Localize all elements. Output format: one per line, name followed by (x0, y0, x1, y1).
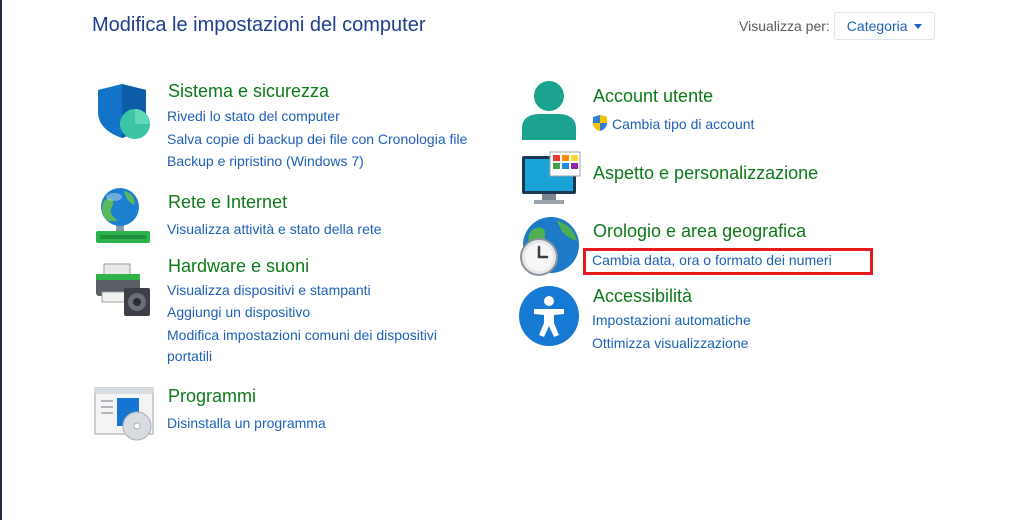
view-by-value: Categoria (846, 18, 908, 34)
globe-network-icon[interactable] (94, 187, 154, 245)
link-uninstall-program[interactable]: Disinstalla un programma (167, 414, 326, 432)
user-icon[interactable] (520, 80, 578, 142)
link-mobility-settings[interactable]: Modifica impostazioni comuni dei disposi… (167, 326, 437, 344)
clock-globe-icon[interactable] (517, 215, 581, 277)
link-review-computer-status[interactable]: Rivedi lo stato del computer (167, 107, 340, 125)
category-system-security[interactable]: Sistema e sicurezza (168, 81, 329, 102)
uac-shield-icon (591, 114, 609, 132)
category-hardware-sound[interactable]: Hardware e suoni (168, 256, 309, 277)
link-add-device[interactable]: Aggiungi un dispositivo (167, 303, 310, 321)
accessibility-icon[interactable] (518, 285, 580, 347)
category-appearance-personalization[interactable]: Aspetto e personalizzazione (593, 163, 818, 184)
programs-icon[interactable] (93, 386, 155, 442)
printer-speaker-icon[interactable] (94, 262, 156, 318)
link-devices-printers[interactable]: Visualizza dispositivi e stampanti (167, 281, 371, 299)
link-auto-settings[interactable]: Impostazioni automatiche (592, 311, 751, 329)
highlight-box (583, 248, 873, 275)
shield-icon[interactable] (94, 82, 154, 142)
link-view-network-status[interactable]: Visualizza attività e stato della rete (167, 220, 382, 238)
monitor-icon[interactable] (520, 150, 582, 206)
view-by-dropdown[interactable]: Categoria (833, 12, 935, 40)
category-user-accounts[interactable]: Account utente (593, 86, 713, 107)
view-by-label: Visualizza per: (739, 18, 830, 34)
view-by-control: Visualizza per: Categoria (739, 12, 935, 40)
link-optimize-display[interactable]: Ottimizza visualizzazione (592, 334, 748, 352)
link-backup-restore[interactable]: Backup e ripristino (Windows 7) (167, 152, 364, 170)
chevron-down-icon (913, 23, 922, 29)
category-accessibility[interactable]: Accessibilità (593, 286, 692, 307)
page-title: Modifica le impostazioni del computer (92, 14, 426, 36)
category-programs[interactable]: Programmi (168, 386, 256, 407)
category-network-internet[interactable]: Rete e Internet (168, 192, 287, 213)
window-left-edge (0, 0, 2, 520)
link-change-account-type[interactable]: Cambia tipo di account (612, 115, 754, 133)
category-clock-region[interactable]: Orologio e area geografica (593, 221, 806, 242)
link-mobility-settings-line2[interactable]: portatili (167, 347, 212, 365)
link-file-history-backup[interactable]: Salva copie di backup dei file con Crono… (167, 130, 467, 148)
